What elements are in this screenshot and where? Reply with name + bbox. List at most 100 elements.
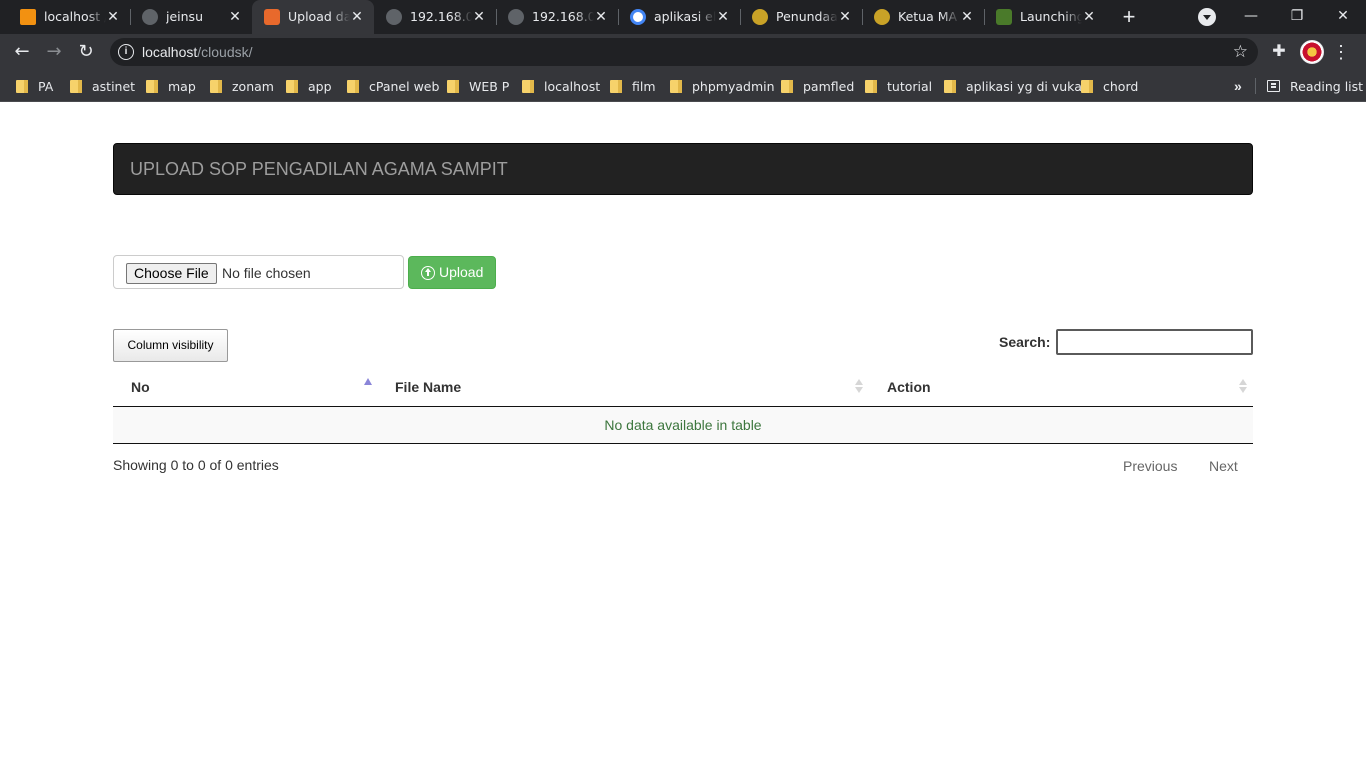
sort-ascending-icon xyxy=(364,378,372,385)
site-info-icon[interactable]: i xyxy=(118,44,134,60)
bookmark-chord[interactable]: chord xyxy=(1081,77,1138,95)
folder-icon xyxy=(16,79,28,93)
bookmark-localhost[interactable]: localhost xyxy=(522,77,600,95)
folder-icon xyxy=(670,79,682,93)
upload-circle-icon xyxy=(421,265,435,280)
tab-close-icon[interactable]: ✕ xyxy=(836,8,854,26)
tab-search-icon[interactable] xyxy=(1198,8,1216,26)
profile-avatar[interactable] xyxy=(1300,40,1324,64)
google-icon xyxy=(630,9,646,25)
next-page-button[interactable]: Next xyxy=(1209,458,1238,474)
tab-title: Ketua MA R xyxy=(898,9,960,24)
bookmarks-bar: PA astinet map zonam app cPanel web WEB … xyxy=(0,70,1366,102)
tab-close-icon[interactable]: ✕ xyxy=(104,8,122,26)
tab-title: aplikasi ele xyxy=(654,9,716,24)
column-visibility-button[interactable]: Column visibility xyxy=(113,329,228,362)
tab-launching[interactable]: Launching ✕ xyxy=(984,0,1106,34)
emblem-icon xyxy=(996,9,1012,25)
folder-icon xyxy=(610,79,622,93)
bookmark-pamfled[interactable]: pamfled xyxy=(781,77,854,95)
table-empty-row: No data available in table xyxy=(113,407,1253,444)
extensions-icon[interactable]: ✚ xyxy=(1269,42,1289,62)
tab-penundaan[interactable]: Penundaan ✕ xyxy=(740,0,863,34)
minimize-button[interactable]: — xyxy=(1236,4,1266,28)
reading-list-icon xyxy=(1267,80,1280,92)
sort-both-icon xyxy=(855,379,863,395)
bookmark-astinet[interactable]: astinet xyxy=(70,77,135,95)
new-tab-button[interactable]: + xyxy=(1117,5,1141,29)
tab-close-icon[interactable]: ✕ xyxy=(348,8,366,26)
restore-button[interactable]: ❐ xyxy=(1282,4,1312,28)
folder-icon xyxy=(944,79,956,93)
folder-icon xyxy=(1081,79,1093,93)
folder-icon xyxy=(447,79,459,93)
upload-button[interactable]: Upload xyxy=(408,256,496,289)
address-bar[interactable]: i localhost/cloudsk/ ☆ xyxy=(110,38,1258,66)
bookmark-star-icon[interactable]: ☆ xyxy=(1233,41,1248,63)
search-input[interactable] xyxy=(1056,329,1253,355)
emblem-icon xyxy=(752,9,768,25)
tab-jeinsu[interactable]: jeinsu ✕ xyxy=(130,0,252,34)
column-header-action[interactable]: Action xyxy=(887,367,1253,407)
reading-list-button[interactable]: Reading list xyxy=(1267,77,1363,95)
tab-192-168-0-9[interactable]: 192.168.0.9 ✕ xyxy=(374,0,497,34)
column-header-no[interactable]: No xyxy=(131,367,377,407)
window-close-button[interactable]: ✕ xyxy=(1328,4,1358,28)
bookmark-tutorial[interactable]: tutorial xyxy=(865,77,932,95)
tab-aplikasi[interactable]: aplikasi ele ✕ xyxy=(618,0,741,34)
globe-icon xyxy=(386,9,402,25)
previous-page-button[interactable]: Previous xyxy=(1123,458,1177,474)
bookmark-film[interactable]: film xyxy=(610,77,656,95)
browser-toolbar: ← → ↻ i localhost/cloudsk/ ☆ ✚ ⋮ xyxy=(0,34,1366,70)
bookmark-web-p[interactable]: WEB P xyxy=(447,77,509,95)
tab-close-icon[interactable]: ✕ xyxy=(1080,8,1098,26)
bookmark-zonam[interactable]: zonam xyxy=(210,77,274,95)
file-input[interactable]: Choose File No file chosen xyxy=(113,255,404,289)
sort-both-icon xyxy=(1239,379,1247,395)
back-button[interactable]: ← xyxy=(10,40,34,64)
data-table: No File Name Action No data available in… xyxy=(113,367,1253,444)
folder-icon xyxy=(210,79,222,93)
bookmark-aplikasi-yg-di-vuka[interactable]: aplikasi yg di vuka xyxy=(944,77,1082,95)
page-content: UPLOAD SOP PENGADILAN AGAMA SAMPIT Choos… xyxy=(0,103,1366,768)
globe-icon xyxy=(142,9,158,25)
file-status-text: No file chosen xyxy=(222,265,311,281)
emblem-icon xyxy=(874,9,890,25)
tab-close-icon[interactable]: ✕ xyxy=(470,8,488,26)
choose-file-button[interactable]: Choose File xyxy=(126,263,217,284)
table-header: No File Name Action xyxy=(113,367,1253,407)
reload-button[interactable]: ↻ xyxy=(74,40,98,64)
bookmark-phpmyadmin[interactable]: phpmyadmin xyxy=(670,77,775,95)
tab-close-icon[interactable]: ✕ xyxy=(226,8,244,26)
folder-icon xyxy=(70,79,82,93)
more-bookmarks-icon[interactable]: » xyxy=(1234,76,1242,96)
tab-close-icon[interactable]: ✕ xyxy=(714,8,732,26)
bookmark-app[interactable]: app xyxy=(286,77,332,95)
tab-title: localhost / xyxy=(44,9,106,24)
folder-icon xyxy=(347,79,359,93)
tab-close-icon[interactable]: ✕ xyxy=(958,8,976,26)
folder-icon xyxy=(865,79,877,93)
tab-192-168-0-8[interactable]: 192.168.0.8 ✕ xyxy=(496,0,619,34)
browser-menu-icon[interactable]: ⋮ xyxy=(1332,40,1350,64)
bookmark-map[interactable]: map xyxy=(146,77,196,95)
tab-title: Upload dat xyxy=(288,9,350,24)
xampp-favicon-icon xyxy=(264,9,280,25)
tab-ketua-ma[interactable]: Ketua MA R ✕ xyxy=(862,0,985,34)
tab-title: 192.168.0.8 xyxy=(532,9,594,24)
bookmark-pa[interactable]: PA xyxy=(16,77,53,95)
column-header-file-name[interactable]: File Name xyxy=(395,367,871,407)
tab-close-icon[interactable]: ✕ xyxy=(592,8,610,26)
tab-title: 192.168.0.9 xyxy=(410,9,472,24)
tab-localhost[interactable]: localhost / ✕ xyxy=(8,0,131,34)
phpmyadmin-favicon-icon xyxy=(20,9,36,25)
forward-button[interactable]: → xyxy=(42,40,66,64)
page-title[interactable]: UPLOAD SOP PENGADILAN AGAMA SAMPIT xyxy=(130,159,508,179)
tab-title: Launching xyxy=(1020,9,1082,24)
bookmark-cpanel-web[interactable]: cPanel web xyxy=(347,77,439,95)
folder-icon xyxy=(286,79,298,93)
tab-title: Penundaan xyxy=(776,9,838,24)
tab-title: jeinsu xyxy=(166,9,203,24)
folder-icon xyxy=(146,79,158,93)
tab-upload-active[interactable]: Upload dat ✕ xyxy=(252,0,374,34)
